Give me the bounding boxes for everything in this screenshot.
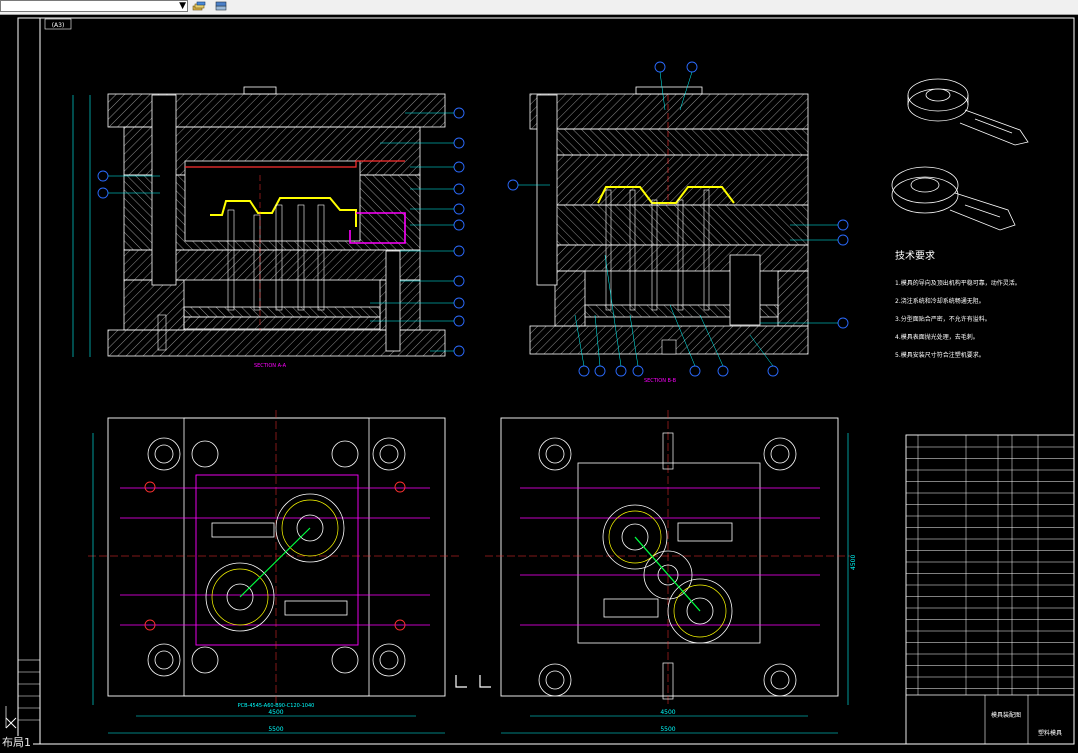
part-3d-view-1 [907, 78, 1029, 146]
layer-states-icon[interactable] [192, 1, 206, 12]
chevron-down-icon[interactable]: ▼ [179, 1, 186, 12]
section-a-a-view: SECTION A-A [72, 86, 465, 369]
tech-line-3: 3.分型面贴合严密，不允许有溢料。 [895, 315, 991, 323]
layer-combo[interactable]: ▼ [0, 0, 188, 12]
tech-line-4: 4.模具表面抛光处理，去毛刺。 [895, 333, 979, 341]
section-b-label: SECTION B-B [644, 378, 677, 384]
tech-line-5: 5.模具安装尺寸符合注塑机要求。 [895, 351, 985, 359]
drawing-canvas[interactable]: (A3) SECTION A-A SECTION B-B 技术要求 1.模具的导… [0, 15, 1078, 749]
tech-line-2: 2.浇注系统和冷却系统畅通无阻。 [895, 297, 985, 305]
title-stamp: (A3) [52, 22, 65, 29]
tech-requirements: 技术要求 1.模具的导向及顶出机构平稳可靠，动作灵活。 2.浇注系统和冷却系统畅… [895, 249, 1021, 359]
drawing-name: 模具装配图 [991, 711, 1021, 719]
tech-title: 技术要求 [895, 249, 935, 262]
plan-height: 4500 [850, 555, 857, 570]
plan-left-width: 5500 [268, 726, 283, 733]
pcb-label: PCB-4545-A60-B90-C120-1040 [238, 703, 315, 709]
toolbar: ▼ [0, 0, 1078, 15]
ucs-icon [5, 706, 17, 729]
corner-marks [455, 675, 491, 688]
layer-previous-icon[interactable] [214, 1, 228, 12]
tech-line-1: 1.模具的导向及顶出机构平稳可靠，动作灵活。 [895, 279, 1021, 287]
section-a-label: SECTION A-A [254, 363, 287, 369]
company-name: 塑料模具 [1038, 729, 1062, 737]
plan-right-width: 5500 [660, 726, 675, 733]
plan-view-fixed-half: 5500 4500 4500 [485, 410, 857, 734]
plan-right-inner: 4500 [660, 709, 675, 716]
title-block: 模具装配图 塑料模具 [905, 434, 1075, 745]
part-3d-view-2 [891, 166, 1016, 231]
plan-view-moving-half: 5500 4500 PCB-4545-A60-B90-C120-1040 [88, 410, 460, 734]
plan-left-inner: 4500 [268, 709, 283, 716]
section-b-b-view: SECTION B-B [507, 61, 849, 384]
layout-tab[interactable]: 布局1 [0, 736, 33, 749]
revision-table [17, 659, 41, 745]
